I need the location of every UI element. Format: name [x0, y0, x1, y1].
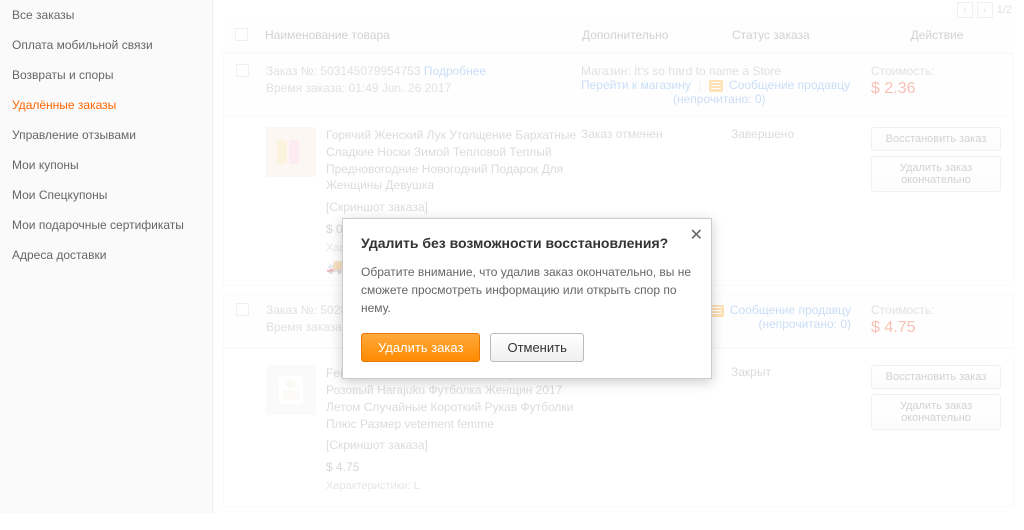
modal-title: Удалить без возможности восстановления? [361, 235, 693, 251]
sidebar-item-deleted-orders[interactable]: Удалённые заказы [0, 90, 212, 120]
modal-text: Обратите внимание, что удалив заказ окон… [361, 263, 693, 317]
sidebar-item-reviews[interactable]: Управление отзывами [0, 120, 212, 150]
modal-close-button[interactable]: ✕ [690, 225, 703, 245]
sidebar-item-addresses[interactable]: Адреса доставки [0, 240, 212, 270]
confirm-delete-modal: ✕ Удалить без возможности восстановления… [342, 218, 712, 379]
sidebar-item-all-orders[interactable]: Все заказы [0, 0, 212, 30]
sidebar: Все заказы Оплата мобильной связи Возвра… [0, 0, 213, 513]
sidebar-item-mobile-pay[interactable]: Оплата мобильной связи [0, 30, 212, 60]
sidebar-item-special-coupons[interactable]: Мои Спецкупоны [0, 180, 212, 210]
modal-cancel-button[interactable]: Отменить [490, 333, 583, 362]
sidebar-item-returns[interactable]: Возвраты и споры [0, 60, 212, 90]
sidebar-item-gift-certs[interactable]: Мои подарочные сертификаты [0, 210, 212, 240]
sidebar-item-coupons[interactable]: Мои купоны [0, 150, 212, 180]
modal-confirm-button[interactable]: Удалить заказ [361, 333, 480, 362]
